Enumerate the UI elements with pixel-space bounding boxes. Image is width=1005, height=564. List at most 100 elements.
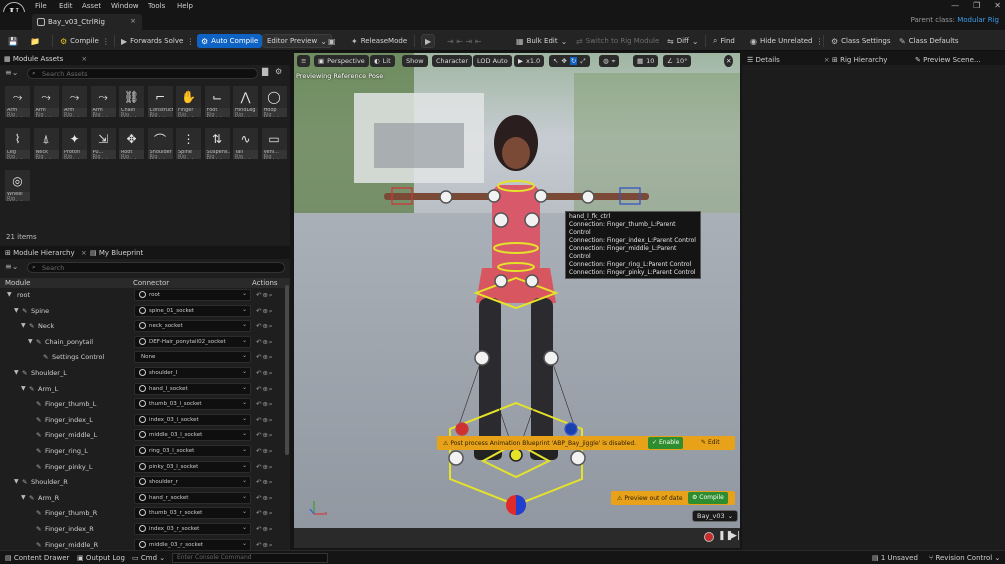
hide-unrelated-button[interactable]: ◉ Hide Unrelated ⋮ xyxy=(750,34,824,48)
row-actions[interactable]: ↶⊕⌕ xyxy=(256,400,274,409)
record-icon[interactable] xyxy=(704,532,714,542)
module-assets-tab[interactable]: ▦ Module Assets × xyxy=(4,55,87,63)
expand-arrow-icon[interactable]: ▼ xyxy=(21,322,26,329)
editor-preview-dropdown[interactable]: Editor Preview ⌄ xyxy=(262,34,332,48)
rig-hierarchy-tab[interactable]: ⊞ Rig Hierarchy xyxy=(832,56,887,64)
hierarchy-row[interactable]: ▼ ✎ Chain_ponytail DEF-Hair_ponytail02_sock… xyxy=(0,335,284,349)
row-actions[interactable]: ↶⊕⌕ xyxy=(256,385,274,394)
minimize-icon[interactable]: — xyxy=(951,1,959,10)
auto-compile-button[interactable]: ⚙ Auto Compile xyxy=(197,34,263,48)
asset-tile[interactable]: ◎WheelRig Modul... xyxy=(5,170,30,201)
enable-button[interactable]: ✓ Enable xyxy=(648,437,684,449)
find-icon[interactable]: ⌕ xyxy=(269,416,274,424)
hierarchy-row[interactable]: ▼ root root ⌄ ↶⊕⌕ xyxy=(0,288,284,302)
angle-snap-button[interactable]: ∠ 10° xyxy=(663,55,692,67)
hierarchy-row[interactable]: ✎ Finger_thumb_R thumb_03_r_socket ⌄ ↶⊕⌕ xyxy=(0,506,284,520)
asset-tile[interactable]: ⤳ArmRig Modul... xyxy=(5,86,30,117)
show-button[interactable]: Show xyxy=(402,55,428,67)
row-actions[interactable]: ↶⊕⌕ xyxy=(256,525,274,534)
hierarchy-row[interactable]: ✎ Settings Control None ⌄ ↶⊕⌕ xyxy=(0,350,284,364)
find-icon[interactable]: ⌕ xyxy=(269,447,274,455)
parent-class-link[interactable]: Modular Rig xyxy=(957,16,999,24)
preview-toggle-button[interactable]: ▣ xyxy=(328,34,336,48)
menu-asset[interactable]: Asset xyxy=(82,2,101,10)
connector-dropdown[interactable]: middle_03_l_socket ⌄ xyxy=(134,429,251,442)
asset-tile[interactable]: ⍋NeckRig Modul... xyxy=(33,128,59,159)
find-icon[interactable]: ⌕ xyxy=(269,369,274,377)
row-actions[interactable]: ↶⊕⌕ xyxy=(256,353,274,362)
row-actions[interactable]: ↶⊕⌕ xyxy=(256,447,274,456)
expand-arrow-icon[interactable]: ▼ xyxy=(21,385,26,392)
filter-icon[interactable]: ≡⌄ xyxy=(5,262,18,271)
maximize-icon[interactable]: ❐ xyxy=(973,1,980,10)
column-actions[interactable]: Actions xyxy=(252,279,278,287)
compile-button[interactable]: ⚙ Compile ⋮ xyxy=(60,34,110,48)
hierarchy-row[interactable]: ✎ Finger_middle_L middle_03_l_socket ⌄ ↶⊕⌕ xyxy=(0,428,284,442)
expand-arrow-icon[interactable]: ▼ xyxy=(14,369,19,376)
find-icon[interactable]: ⌕ xyxy=(269,509,274,517)
column-connector[interactable]: Connector xyxy=(133,279,169,287)
hierarchy-row[interactable]: ✎ Finger_pinky_L pinky_03_l_socket ⌄ ↶⊕⌕ xyxy=(0,460,284,474)
menu-file[interactable]: File xyxy=(35,2,47,10)
play-speed-button[interactable]: ▶ x1.0 xyxy=(514,55,545,67)
row-actions[interactable]: ↶⊕⌕ xyxy=(256,307,274,316)
hierarchy-scrollbar[interactable] xyxy=(285,285,289,455)
my-blueprint-tab[interactable]: ▤ My Blueprint xyxy=(90,249,143,257)
find-icon[interactable]: ⌕ xyxy=(269,385,274,393)
expand-arrow-icon[interactable]: ▼ xyxy=(28,338,33,345)
lod-button[interactable]: LOD Auto xyxy=(473,55,512,67)
asset-tile[interactable]: ⛓ChainRig Modul... xyxy=(119,86,144,117)
menu-help[interactable]: Help xyxy=(177,2,193,10)
expand-arrow-icon[interactable]: ▼ xyxy=(14,307,19,314)
row-actions[interactable]: ↶⊕⌕ xyxy=(256,416,274,425)
details-tab[interactable]: ☰ Details × xyxy=(747,56,830,64)
hierarchy-row[interactable]: ✎ Finger_ring_L ring_03_l_socket ⌄ ↶⊕⌕ xyxy=(0,444,284,458)
asset-tile[interactable]: ⋀HindLegRig Modul... xyxy=(233,86,258,117)
connector-dropdown[interactable]: spine_01_socket ⌄ xyxy=(134,304,251,317)
revision-control-button[interactable]: ⑂ Revision Control ⌄ xyxy=(929,554,1000,562)
hierarchy-row[interactable]: ✎ Finger_index_L index_03_l_socket ⌄ ↶⊕⌕ xyxy=(0,413,284,427)
connector-dropdown[interactable]: hand_r_socket ⌄ xyxy=(134,491,251,504)
step-buttons[interactable]: ⇥ ⇤ ⇥ ⇤ xyxy=(447,34,481,48)
row-actions[interactable]: ↶⊕⌕ xyxy=(256,431,274,440)
unsaved-button[interactable]: ▤ 1 Unsaved xyxy=(872,554,918,562)
save-button[interactable]: 💾 xyxy=(8,34,18,48)
menu-edit[interactable]: Edit xyxy=(59,2,73,10)
row-actions[interactable]: ↶⊕⌕ xyxy=(256,463,274,472)
panel-close-icon[interactable]: × xyxy=(824,56,830,64)
class-settings-button[interactable]: ⚙ Class Settings xyxy=(831,34,891,48)
cmd-dropdown[interactable]: ▭ Cmd ⌄ xyxy=(132,554,165,562)
connector-dropdown[interactable]: thumb_03_l_socket ⌄ xyxy=(134,398,251,411)
asset-tile[interactable]: ⌒ShoulderRig Modul... xyxy=(147,128,173,159)
settings-gear-icon[interactable]: ⚙ xyxy=(275,67,282,76)
find-icon[interactable]: ⌕ xyxy=(269,322,274,330)
compile-button-viewport[interactable]: ⚙ Compile xyxy=(688,492,728,504)
step-play-button[interactable]: ▶ xyxy=(421,34,436,48)
skip-end-icon[interactable]: ▶| xyxy=(730,531,740,541)
row-actions[interactable]: ↶⊕⌕ xyxy=(256,509,274,518)
asset-tile[interactable]: ▭Vehi...Rig Modul... xyxy=(261,128,287,159)
forwards-solve-button[interactable]: ▶ Forwards Solve ⋮ xyxy=(121,34,194,48)
connector-dropdown[interactable]: DEF-Hair_ponytail02_socket ⌄ xyxy=(134,335,251,348)
row-actions[interactable]: ↶⊕⌕ xyxy=(256,338,274,347)
lit-button[interactable]: ◐ Lit xyxy=(370,55,395,67)
find-icon[interactable]: ⌕ xyxy=(269,494,274,502)
diff-button[interactable]: ⇋ Diff ⌄ xyxy=(667,34,699,48)
menu-window[interactable]: Window xyxy=(111,2,139,10)
row-actions[interactable]: ↶⊕⌕ xyxy=(256,322,274,331)
connector-dropdown[interactable]: index_03_l_socket ⌄ xyxy=(134,413,251,426)
find-icon[interactable]: ⌕ xyxy=(269,541,274,549)
folder-icon[interactable]: ▇ xyxy=(262,67,268,76)
asset-tile[interactable]: ✥RootRig Modul... xyxy=(119,128,144,159)
row-actions[interactable]: ↶⊕⌕ xyxy=(256,291,274,300)
release-mode-button[interactable]: ✦ ReleaseMode xyxy=(351,34,407,48)
hierarchy-row[interactable]: ▼ ✎ Shoulder_R shoulder_r ⌄ ↶⊕⌕ xyxy=(0,475,284,489)
find-icon[interactable]: ⌕ xyxy=(269,291,274,299)
panel-close-icon[interactable]: × xyxy=(81,55,87,63)
connector-dropdown[interactable]: index_03_r_socket ⌄ xyxy=(134,523,251,535)
panel-close-icon[interactable]: × xyxy=(81,249,87,257)
connector-dropdown[interactable]: thumb_03_r_socket ⌄ xyxy=(134,507,251,520)
hierarchy-search-input[interactable]: ⌕ Search xyxy=(27,262,285,273)
hierarchy-row[interactable]: ✎ Finger_thumb_L thumb_03_l_socket ⌄ ↶⊕⌕ xyxy=(0,397,284,411)
row-actions[interactable]: ↶⊕⌕ xyxy=(256,478,274,487)
